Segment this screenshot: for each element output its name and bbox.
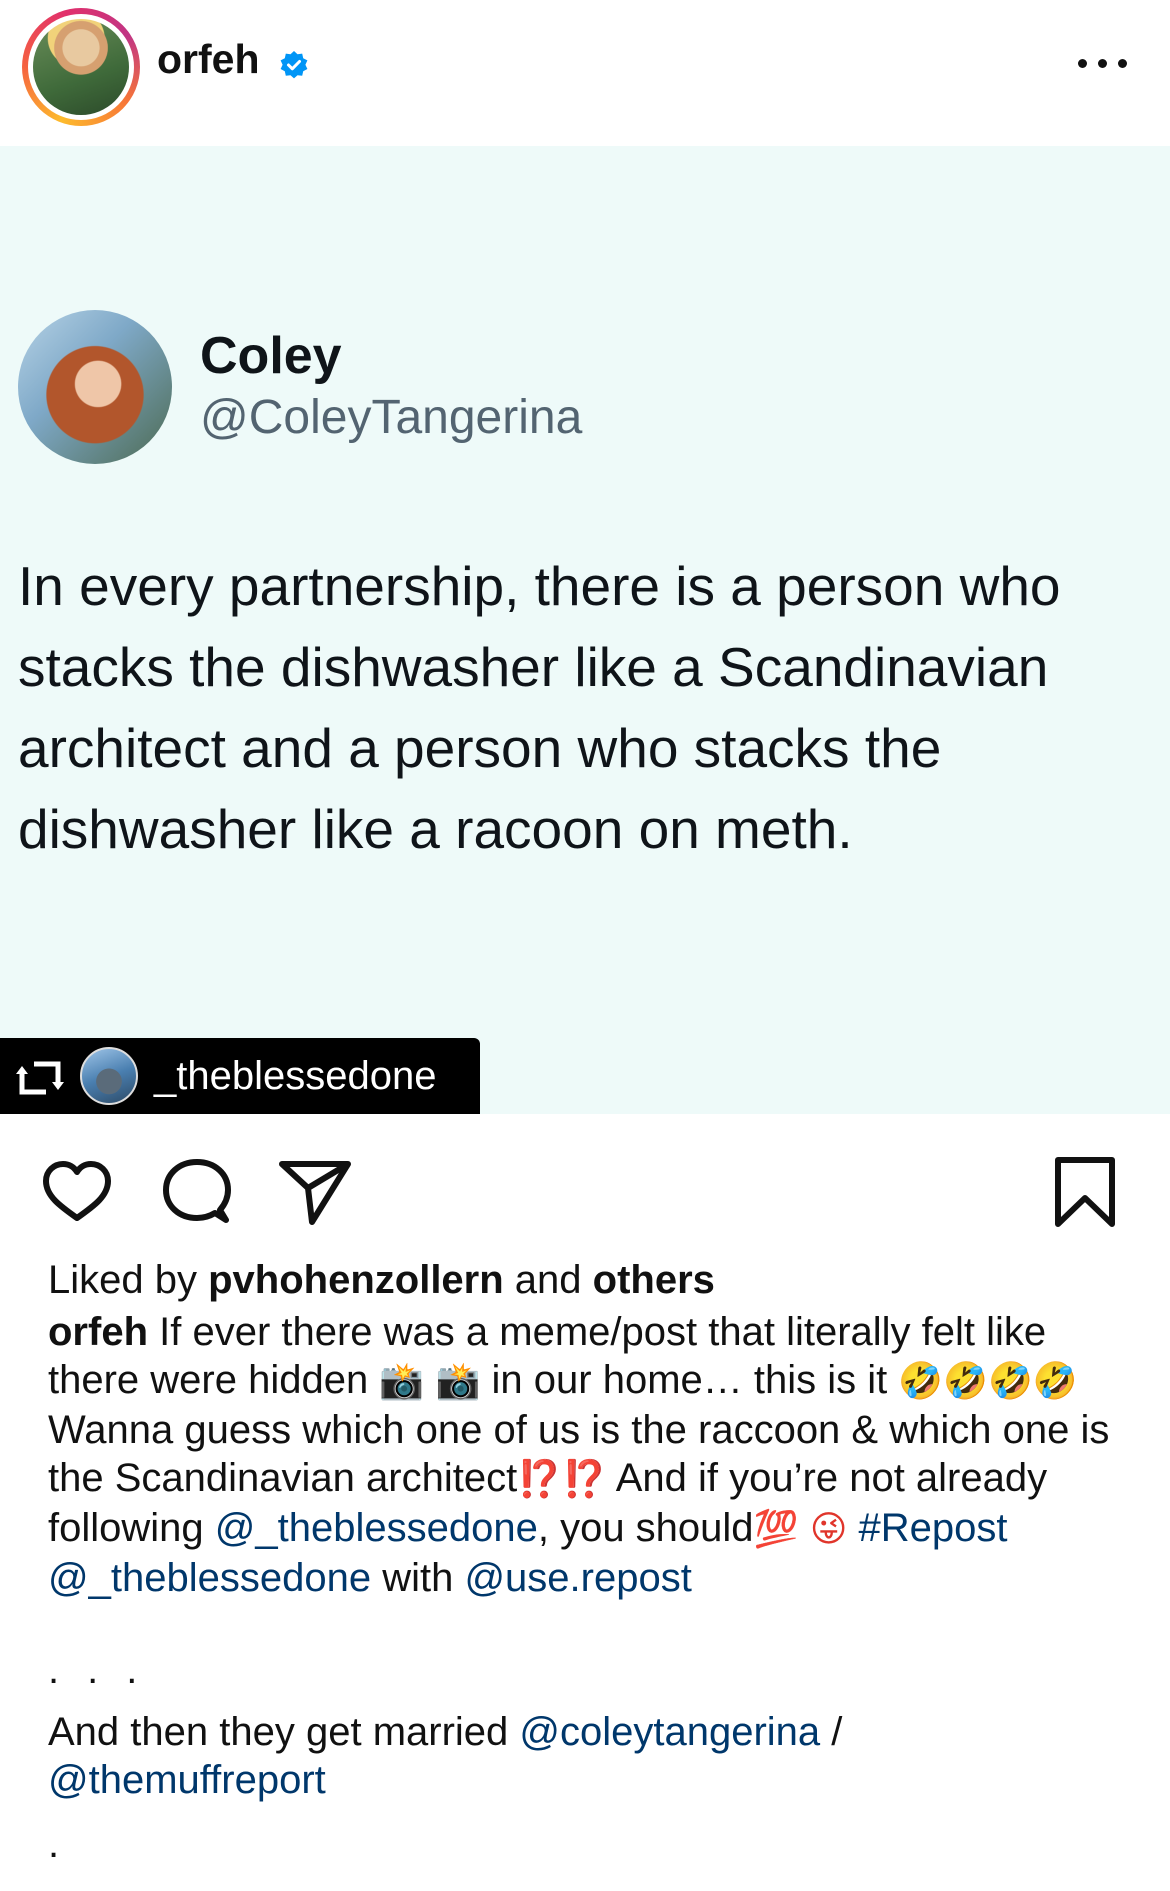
likes-middle: and	[503, 1258, 593, 1302]
post-image[interactable]: Coley @ColeyTangerina In every partnersh…	[0, 146, 1170, 1114]
caption: orfeh If ever there was a meme/post that…	[48, 1308, 1128, 1602]
mention-link[interactable]: @_theblessedone	[48, 1556, 371, 1600]
repost-source-avatar	[80, 1047, 138, 1105]
mention-link[interactable]: @_theblessedone	[215, 1506, 538, 1550]
bookmark-icon[interactable]	[1048, 1156, 1122, 1230]
caption-text: /	[820, 1710, 843, 1754]
avatar-border	[28, 14, 134, 120]
likes-prefix: Liked by	[48, 1258, 209, 1302]
repost-icon	[16, 1061, 64, 1095]
heart-icon[interactable]	[40, 1156, 114, 1230]
tweet-author-name: Coley	[200, 327, 342, 385]
send-icon[interactable]	[278, 1156, 352, 1230]
mention-link[interactable]: @use.repost	[464, 1556, 691, 1600]
caption-text: And then they get married	[48, 1710, 520, 1754]
tweet-author-handle: @ColeyTangerina	[200, 391, 583, 444]
story-ring-avatar[interactable]	[22, 8, 140, 126]
repost-source-username: _theblessedone	[154, 1054, 437, 1098]
likes-others-link[interactable]: others	[593, 1258, 715, 1302]
post-header: orfeh	[0, 0, 1170, 146]
mention-link[interactable]: @coleytangerina	[519, 1710, 820, 1754]
likes-summary: Liked by pvhohenzollern and others	[48, 1258, 715, 1303]
tweet-author-avatar	[18, 310, 172, 464]
caption-text: with	[371, 1556, 465, 1600]
caption-continued: And then they get married @coleytangerin…	[48, 1708, 1128, 1804]
caption-text: , you should	[537, 1506, 754, 1550]
caption-author[interactable]: orfeh	[48, 1310, 148, 1354]
interrobang-emoji: ⁉️⁉️	[517, 1459, 607, 1500]
tweet-text: In every partnership, there is a person …	[18, 555, 1061, 860]
mention-link[interactable]: @themuffreport	[48, 1758, 326, 1802]
repost-attribution-tag[interactable]: _theblessedone	[0, 1038, 480, 1114]
caption-final-dot: .	[48, 1822, 60, 1866]
verified-badge-icon	[280, 51, 308, 79]
caption-dots: ...	[48, 1648, 166, 1692]
liker-username[interactable]: pvhohenzollern	[208, 1258, 504, 1302]
avatar	[33, 19, 129, 115]
hundred-wink-emoji: 💯 😜	[753, 1509, 848, 1550]
caption-text: in our home… this is it	[480, 1358, 899, 1402]
hashtag-link[interactable]: #Repost	[858, 1506, 1007, 1550]
comment-icon[interactable]	[160, 1156, 234, 1230]
username[interactable]: orfeh	[157, 36, 260, 83]
action-bar	[0, 1114, 1170, 1234]
camera-flash-emoji: 📸 📸	[379, 1361, 481, 1402]
more-horizontal-icon[interactable]	[1078, 48, 1128, 78]
caption-space	[847, 1506, 858, 1550]
rofl-emoji: 🤣🤣🤣🤣	[898, 1361, 1078, 1402]
